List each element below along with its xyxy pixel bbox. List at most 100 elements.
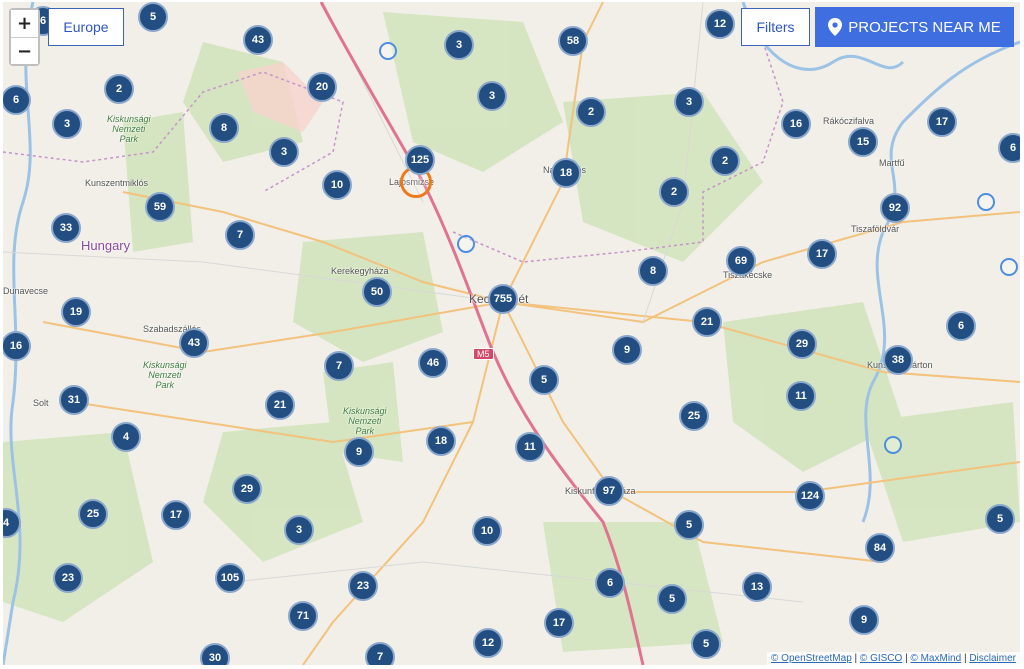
gisco-attribution-link[interactable]: © GISCO: [860, 653, 902, 664]
map-label-national-park: Kiskunsági Nemzeti Park: [343, 406, 387, 436]
map-label-rakoczifalva: Rákóczifalva: [823, 116, 875, 126]
cluster-marker[interactable]: 71: [288, 601, 318, 631]
cluster-marker[interactable]: 9: [849, 605, 879, 635]
cluster-marker[interactable]: 18: [551, 158, 581, 188]
cluster-marker[interactable]: 43: [179, 328, 209, 358]
cluster-marker[interactable]: 11: [786, 381, 816, 411]
project-marker[interactable]: [379, 42, 397, 60]
cluster-marker[interactable]: 16: [781, 109, 811, 139]
cluster-marker[interactable]: 3: [444, 30, 474, 60]
cluster-marker[interactable]: 29: [787, 329, 817, 359]
cluster-marker[interactable]: 38: [883, 345, 913, 375]
cluster-marker[interactable]: 2: [659, 177, 689, 207]
map-label-kunszentmiklos: Kunszentmiklós: [85, 178, 149, 188]
disclaimer-link[interactable]: Disclaimer: [969, 653, 1016, 664]
cluster-marker[interactable]: 7: [324, 351, 354, 381]
cluster-marker[interactable]: 3: [284, 515, 314, 545]
filters-button[interactable]: Filters: [741, 8, 810, 46]
project-marker[interactable]: [1000, 258, 1018, 276]
project-marker[interactable]: [457, 235, 475, 253]
cluster-marker[interactable]: 23: [348, 571, 378, 601]
cluster-marker[interactable]: 3: [52, 109, 82, 139]
cluster-marker[interactable]: 46: [418, 348, 448, 378]
cluster-marker[interactable]: 125: [405, 145, 435, 175]
cluster-marker[interactable]: 25: [78, 499, 108, 529]
cluster-marker[interactable]: 105: [215, 563, 245, 593]
cluster-marker[interactable]: 6: [595, 568, 625, 598]
zoom-out-button[interactable]: −: [11, 37, 38, 64]
cluster-marker[interactable]: 5: [674, 510, 704, 540]
road-shield-m5: M5: [473, 348, 494, 360]
cluster-marker[interactable]: 20: [307, 72, 337, 102]
cluster-marker[interactable]: 25: [679, 401, 709, 431]
cluster-marker[interactable]: 3: [477, 81, 507, 111]
cluster-marker[interactable]: 10: [322, 170, 352, 200]
cluster-marker[interactable]: 8: [209, 113, 239, 143]
cluster-marker[interactable]: 5: [138, 2, 168, 32]
cluster-marker[interactable]: 15: [848, 127, 878, 157]
location-pin-icon: [828, 18, 843, 36]
cluster-marker[interactable]: 5: [529, 365, 559, 395]
map-label-dunavecse: Dunavecse: [3, 286, 49, 296]
cluster-marker[interactable]: 11: [515, 432, 545, 462]
cluster-marker[interactable]: 3: [674, 87, 704, 117]
cluster-marker[interactable]: 5: [985, 504, 1015, 534]
map-label-martfu: Martfű: [879, 158, 905, 168]
cluster-marker[interactable]: 17: [544, 608, 574, 638]
maxmind-attribution-link[interactable]: © MaxMind: [910, 653, 961, 664]
cluster-marker[interactable]: 50: [362, 277, 392, 307]
cluster-marker[interactable]: 29: [232, 474, 262, 504]
map-attribution: © OpenStreetMap | © GISCO | © MaxMind | …: [767, 652, 1020, 665]
zoom-control: + −: [9, 8, 40, 66]
projects-near-me-button[interactable]: PROJECTS NEAR ME: [815, 7, 1014, 47]
cluster-marker[interactable]: 23: [53, 563, 83, 593]
cluster-marker[interactable]: 43: [243, 25, 273, 55]
cluster-marker[interactable]: 33: [51, 213, 81, 243]
cluster-marker[interactable]: 17: [927, 107, 957, 137]
cluster-marker[interactable]: 2: [576, 97, 606, 127]
cluster-marker[interactable]: 19: [61, 297, 91, 327]
cluster-marker[interactable]: 7: [225, 220, 255, 250]
map-label-kerekegyhaza: Kerekegyháza: [331, 266, 389, 276]
map-label-national-park: Kiskunsági Nemzeti Park: [107, 114, 151, 144]
map-label-tiszafoldvar: Tiszaföldvár: [851, 224, 900, 234]
cluster-marker[interactable]: 17: [161, 500, 191, 530]
cluster-marker[interactable]: 59: [145, 192, 175, 222]
map-label-hungary: Hungary: [81, 238, 131, 253]
cluster-marker[interactable]: 7: [365, 642, 395, 665]
cluster-marker[interactable]: 69: [726, 246, 756, 276]
cluster-marker[interactable]: 5: [691, 629, 721, 659]
cluster-marker[interactable]: 31: [59, 385, 89, 415]
cluster-marker[interactable]: 9: [344, 437, 374, 467]
cluster-marker[interactable]: 21: [265, 390, 295, 420]
cluster-marker[interactable]: 58: [558, 26, 588, 56]
cluster-marker[interactable]: 13: [742, 572, 772, 602]
cluster-marker[interactable]: 124: [795, 481, 825, 511]
project-marker[interactable]: [884, 436, 902, 454]
osm-attribution-link[interactable]: © OpenStreetMap: [771, 653, 852, 664]
map-canvas[interactable]: Kunszentmiklós Kiskunsági Nemzeti Park K…: [3, 2, 1020, 665]
cluster-marker[interactable]: 21: [692, 307, 722, 337]
cluster-marker[interactable]: 17: [807, 239, 837, 269]
cluster-marker[interactable]: 9: [612, 335, 642, 365]
cluster-marker[interactable]: 6: [946, 311, 976, 341]
cluster-marker[interactable]: 755: [488, 284, 518, 314]
region-europe-button[interactable]: Europe: [48, 8, 124, 46]
cluster-marker[interactable]: 5: [657, 584, 687, 614]
cluster-marker[interactable]: 92: [880, 193, 910, 223]
cluster-marker[interactable]: 4: [111, 422, 141, 452]
cluster-marker[interactable]: 97: [594, 476, 624, 506]
zoom-in-button[interactable]: +: [11, 10, 38, 37]
cluster-marker[interactable]: 12: [705, 9, 735, 39]
cluster-marker[interactable]: 84: [865, 533, 895, 563]
cluster-marker[interactable]: 2: [104, 74, 134, 104]
cluster-marker[interactable]: 12: [473, 628, 503, 658]
cluster-marker[interactable]: 10: [472, 516, 502, 546]
cluster-marker[interactable]: 8: [638, 256, 668, 286]
cluster-marker[interactable]: 30: [200, 643, 230, 665]
cluster-marker[interactable]: 6: [998, 133, 1020, 163]
cluster-marker[interactable]: 18: [426, 426, 456, 456]
cluster-marker[interactable]: 3: [269, 137, 299, 167]
cluster-marker[interactable]: 2: [710, 146, 740, 176]
project-marker[interactable]: [977, 193, 995, 211]
